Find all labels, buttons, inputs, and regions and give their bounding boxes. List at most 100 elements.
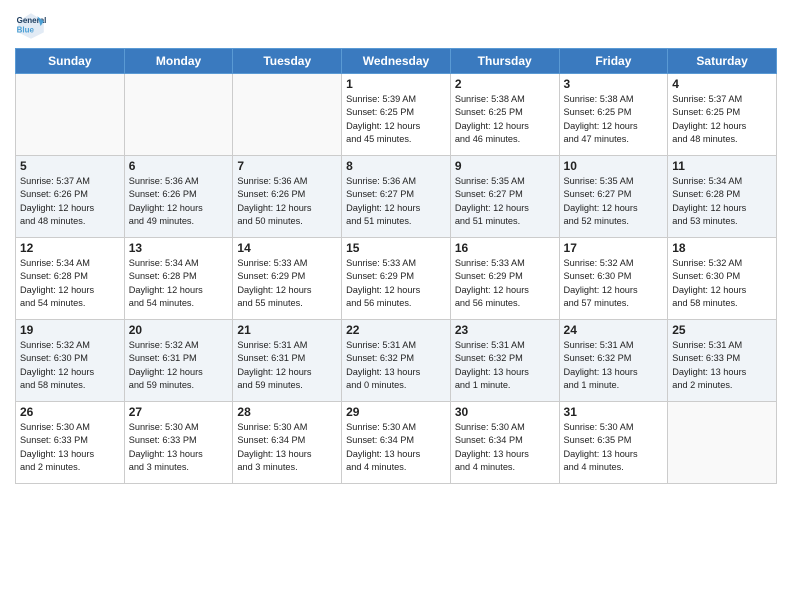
- calendar-cell: 4 Sunrise: 5:37 AM Sunset: 6:25 PM Daylig…: [668, 74, 777, 156]
- day-number: 7: [237, 159, 337, 173]
- calendar-cell: 1 Sunrise: 5:39 AM Sunset: 6:25 PM Daylig…: [342, 74, 451, 156]
- day-info: Sunrise: 5:38 AM Sunset: 6:25 PM Dayligh…: [455, 93, 555, 146]
- day-number: 11: [672, 159, 772, 173]
- day-info: Sunrise: 5:30 AM Sunset: 6:34 PM Dayligh…: [237, 421, 337, 474]
- calendar-cell: 28 Sunrise: 5:30 AM Sunset: 6:34 PM Dayli…: [233, 402, 342, 484]
- calendar-cell: 15 Sunrise: 5:33 AM Sunset: 6:29 PM Dayli…: [342, 238, 451, 320]
- calendar-cell: [16, 74, 125, 156]
- calendar-cell: 13Sunrise: 5:34 AM Sunset: 6:28 PM Dayli…: [124, 238, 233, 320]
- day-number: 24: [564, 323, 664, 337]
- calendar-cell: 26 Sunrise: 5:30 AM Sunset: 6:33 PM Dayli…: [16, 402, 125, 484]
- day-header-sunday: Sunday: [16, 49, 125, 74]
- day-info: Sunrise: 5:31 AM Sunset: 6:32 PM Dayligh…: [455, 339, 555, 392]
- day-info: Sunrise: 5:30 AM Sunset: 6:33 PM Dayligh…: [129, 421, 229, 474]
- calendar-cell: 21Sunrise: 5:31 AM Sunset: 6:31 PM Dayli…: [233, 320, 342, 402]
- day-info: Sunrise: 5:31 AM Sunset: 6:32 PM Dayligh…: [564, 339, 664, 392]
- week-row-2: 5 Sunrise: 5:37 AM Sunset: 6:26 PM Daylig…: [16, 156, 777, 238]
- day-number: 28: [237, 405, 337, 419]
- svg-text:Blue: Blue: [17, 25, 35, 34]
- day-header-monday: Monday: [124, 49, 233, 74]
- day-info: Sunrise: 5:32 AM Sunset: 6:30 PM Dayligh…: [564, 257, 664, 310]
- day-info: Sunrise: 5:37 AM Sunset: 6:26 PM Dayligh…: [20, 175, 120, 228]
- day-header-thursday: Thursday: [450, 49, 559, 74]
- calendar-cell: 8 Sunrise: 5:36 AM Sunset: 6:27 PM Daylig…: [342, 156, 451, 238]
- day-number: 15: [346, 241, 446, 255]
- day-info: Sunrise: 5:34 AM Sunset: 6:28 PM Dayligh…: [672, 175, 772, 228]
- week-row-5: 26 Sunrise: 5:30 AM Sunset: 6:33 PM Dayli…: [16, 402, 777, 484]
- day-number: 16: [455, 241, 555, 255]
- day-info: Sunrise: 5:36 AM Sunset: 6:27 PM Dayligh…: [346, 175, 446, 228]
- day-info: Sunrise: 5:35 AM Sunset: 6:27 PM Dayligh…: [564, 175, 664, 228]
- day-info: Sunrise: 5:31 AM Sunset: 6:31 PM Dayligh…: [237, 339, 337, 392]
- day-info: Sunrise: 5:38 AM Sunset: 6:25 PM Dayligh…: [564, 93, 664, 146]
- calendar-cell: 16Sunrise: 5:33 AM Sunset: 6:29 PM Dayli…: [450, 238, 559, 320]
- day-info: Sunrise: 5:31 AM Sunset: 6:32 PM Dayligh…: [346, 339, 446, 392]
- day-number: 17: [564, 241, 664, 255]
- day-header-saturday: Saturday: [668, 49, 777, 74]
- day-info: Sunrise: 5:30 AM Sunset: 6:35 PM Dayligh…: [564, 421, 664, 474]
- day-info: Sunrise: 5:35 AM Sunset: 6:27 PM Dayligh…: [455, 175, 555, 228]
- day-info: Sunrise: 5:34 AM Sunset: 6:28 PM Dayligh…: [20, 257, 120, 310]
- logo: General Blue: [15, 10, 51, 42]
- day-number: 30: [455, 405, 555, 419]
- calendar-cell: 20Sunrise: 5:32 AM Sunset: 6:31 PM Dayli…: [124, 320, 233, 402]
- calendar-cell: 25Sunrise: 5:31 AM Sunset: 6:33 PM Dayli…: [668, 320, 777, 402]
- calendar-cell: 10 Sunrise: 5:35 AM Sunset: 6:27 PM Dayli…: [559, 156, 668, 238]
- day-number: 20: [129, 323, 229, 337]
- logo-icon: General Blue: [15, 10, 47, 42]
- calendar-cell: 14Sunrise: 5:33 AM Sunset: 6:29 PM Dayli…: [233, 238, 342, 320]
- calendar-cell: 27 Sunrise: 5:30 AM Sunset: 6:33 PM Dayli…: [124, 402, 233, 484]
- calendar-cell: 24 Sunrise: 5:31 AM Sunset: 6:32 PM Dayli…: [559, 320, 668, 402]
- week-row-4: 19 Sunrise: 5:32 AM Sunset: 6:30 PM Dayli…: [16, 320, 777, 402]
- calendar-cell: 2 Sunrise: 5:38 AM Sunset: 6:25 PM Daylig…: [450, 74, 559, 156]
- day-number: 19: [20, 323, 120, 337]
- day-info: Sunrise: 5:33 AM Sunset: 6:29 PM Dayligh…: [346, 257, 446, 310]
- day-number: 26: [20, 405, 120, 419]
- day-number: 5: [20, 159, 120, 173]
- day-number: 6: [129, 159, 229, 173]
- calendar-cell: [124, 74, 233, 156]
- day-info: Sunrise: 5:37 AM Sunset: 6:25 PM Dayligh…: [672, 93, 772, 146]
- day-info: Sunrise: 5:32 AM Sunset: 6:30 PM Dayligh…: [20, 339, 120, 392]
- day-info: Sunrise: 5:34 AM Sunset: 6:28 PM Dayligh…: [129, 257, 229, 310]
- calendar-cell: 9 Sunrise: 5:35 AM Sunset: 6:27 PM Daylig…: [450, 156, 559, 238]
- calendar-cell: 19 Sunrise: 5:32 AM Sunset: 6:30 PM Dayli…: [16, 320, 125, 402]
- day-number: 18: [672, 241, 772, 255]
- week-row-3: 12 Sunrise: 5:34 AM Sunset: 6:28 PM Dayli…: [16, 238, 777, 320]
- day-number: 1: [346, 77, 446, 91]
- calendar-cell: 12 Sunrise: 5:34 AM Sunset: 6:28 PM Dayli…: [16, 238, 125, 320]
- day-header-friday: Friday: [559, 49, 668, 74]
- week-row-1: 1 Sunrise: 5:39 AM Sunset: 6:25 PM Daylig…: [16, 74, 777, 156]
- calendar-cell: 30 Sunrise: 5:30 AM Sunset: 6:34 PM Dayli…: [450, 402, 559, 484]
- day-number: 3: [564, 77, 664, 91]
- day-number: 12: [20, 241, 120, 255]
- header-row: SundayMondayTuesdayWednesdayThursdayFrid…: [16, 49, 777, 74]
- header: General Blue: [15, 10, 777, 42]
- day-info: Sunrise: 5:30 AM Sunset: 6:34 PM Dayligh…: [455, 421, 555, 474]
- calendar-cell: 22 Sunrise: 5:31 AM Sunset: 6:32 PM Dayli…: [342, 320, 451, 402]
- day-info: Sunrise: 5:33 AM Sunset: 6:29 PM Dayligh…: [237, 257, 337, 310]
- day-number: 2: [455, 77, 555, 91]
- calendar-cell: 5 Sunrise: 5:37 AM Sunset: 6:26 PM Daylig…: [16, 156, 125, 238]
- day-number: 4: [672, 77, 772, 91]
- day-number: 10: [564, 159, 664, 173]
- day-number: 22: [346, 323, 446, 337]
- calendar-table: SundayMondayTuesdayWednesdayThursdayFrid…: [15, 48, 777, 484]
- day-number: 9: [455, 159, 555, 173]
- day-info: Sunrise: 5:31 AM Sunset: 6:33 PM Dayligh…: [672, 339, 772, 392]
- day-info: Sunrise: 5:32 AM Sunset: 6:30 PM Dayligh…: [672, 257, 772, 310]
- calendar-cell: [668, 402, 777, 484]
- day-info: Sunrise: 5:30 AM Sunset: 6:34 PM Dayligh…: [346, 421, 446, 474]
- day-info: Sunrise: 5:39 AM Sunset: 6:25 PM Dayligh…: [346, 93, 446, 146]
- calendar-cell: 29Sunrise: 5:30 AM Sunset: 6:34 PM Dayli…: [342, 402, 451, 484]
- calendar-cell: 17 Sunrise: 5:32 AM Sunset: 6:30 PM Dayli…: [559, 238, 668, 320]
- day-number: 8: [346, 159, 446, 173]
- day-info: Sunrise: 5:36 AM Sunset: 6:26 PM Dayligh…: [237, 175, 337, 228]
- day-number: 23: [455, 323, 555, 337]
- day-info: Sunrise: 5:36 AM Sunset: 6:26 PM Dayligh…: [129, 175, 229, 228]
- day-number: 31: [564, 405, 664, 419]
- day-header-tuesday: Tuesday: [233, 49, 342, 74]
- calendar-cell: 23 Sunrise: 5:31 AM Sunset: 6:32 PM Dayli…: [450, 320, 559, 402]
- day-info: Sunrise: 5:30 AM Sunset: 6:33 PM Dayligh…: [20, 421, 120, 474]
- day-number: 27: [129, 405, 229, 419]
